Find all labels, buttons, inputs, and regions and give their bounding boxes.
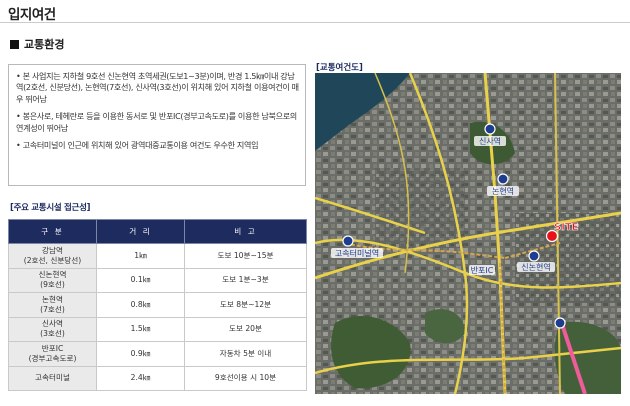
- map-label-nonhyeon: 논현역: [492, 186, 514, 196]
- map-label-express-bus: 고속터미널역: [335, 248, 379, 258]
- facility-note: 자동차 5분 이내: [184, 341, 307, 367]
- facility-note: 도보 20분: [184, 316, 307, 342]
- transport-map: 신사역 논현역 고속터미널역 반포IC 신논현역 SITE: [315, 73, 621, 394]
- table-row: 반포IC (경부고속도로) 0.9㎞ 자동차 5분 이내: [8, 341, 307, 367]
- map-label-sinsa: 신사역: [479, 136, 501, 146]
- square-bullet-icon: [10, 39, 19, 49]
- facility-name: 논현역 (7호선): [8, 292, 97, 318]
- facility-note: 도보 8분~12분: [184, 292, 307, 318]
- facility-name: 신사역 (3호선): [8, 316, 97, 342]
- summary-bullet: • 본 사업지는 지하철 9호선 신논현역 초역세권(도보1~3분)이며, 반경…: [16, 71, 299, 104]
- facility-name: 반포IC (경부고속도로): [8, 341, 97, 367]
- transport-summary-box: • 본 사업지는 지하철 9호선 신논현역 초역세권(도보1~3분)이며, 반경…: [8, 64, 306, 186]
- page-title: 입지여건: [8, 7, 56, 23]
- site-marker-icon: [545, 229, 559, 243]
- site-label: SITE: [554, 222, 579, 233]
- table-caption: [주요 교통시설 접근성]: [10, 203, 91, 213]
- table-row: 신논현역 (9호선) 0.1㎞ 도보 1분~3분: [8, 267, 307, 293]
- map-label-banpo-ic: 반포IC: [471, 266, 494, 275]
- station-marker-icon: [554, 317, 566, 329]
- aerial-map-image: 신사역 논현역 고속터미널역 반포IC 신논현역 SITE: [315, 73, 621, 394]
- facility-distance: 0.1㎞: [96, 267, 185, 293]
- facility-distance: 1㎞: [96, 243, 185, 269]
- column-header-category: 구 분: [8, 219, 97, 244]
- facility-distance: 2.4㎞: [96, 365, 185, 391]
- table-row: 논현역 (7호선) 0.8㎞ 도보 8분~12분: [8, 292, 307, 318]
- facility-note: 도보 1분~3분: [184, 267, 307, 293]
- facility-note: 9호선이용 시 10분: [184, 365, 307, 391]
- column-header-note: 비 고: [184, 219, 307, 244]
- table-row: 강남역 (2호선, 신분당선) 1㎞ 도보 10분~15분: [8, 243, 307, 269]
- section-heading: 교통환경: [10, 36, 64, 52]
- facility-distance: 0.9㎞: [96, 341, 185, 367]
- title-divider: [0, 22, 630, 23]
- section-title: 교통환경: [24, 38, 65, 51]
- table-row: 신사역 (3호선) 1.5㎞ 도보 20분: [8, 316, 307, 342]
- table-header-row: 구 분 거 리 비 고: [8, 219, 307, 244]
- facility-distance: 0.8㎞: [96, 292, 185, 318]
- access-table: 구 분 거 리 비 고 강남역 (2호선, 신분당선) 1㎞ 도보 10분~15분…: [8, 219, 307, 391]
- column-header-distance: 거 리: [96, 219, 185, 244]
- table-row: 고속터미널 2.4㎞ 9호선이용 시 10분: [8, 365, 307, 391]
- map-label-sinnonhyeon: 신논현역: [521, 262, 550, 272]
- facility-distance: 1.5㎞: [96, 316, 185, 342]
- summary-bullet: • 고속터미널이 인근에 위치해 있어 광역대중교통이용 여건도 우수한 지역임: [16, 140, 259, 151]
- facility-name: 강남역 (2호선, 신분당선): [8, 243, 97, 269]
- facility-name: 고속터미널: [8, 365, 97, 391]
- summary-bullet: • 봉은사로, 테헤란로 등을 이용한 동서로 및 반포IC(경부고속도로)를 …: [16, 111, 297, 133]
- map-caption: [교통여건도]: [316, 63, 363, 73]
- facility-note: 도보 10분~15분: [184, 243, 307, 269]
- facility-name: 신논현역 (9호선): [8, 267, 97, 293]
